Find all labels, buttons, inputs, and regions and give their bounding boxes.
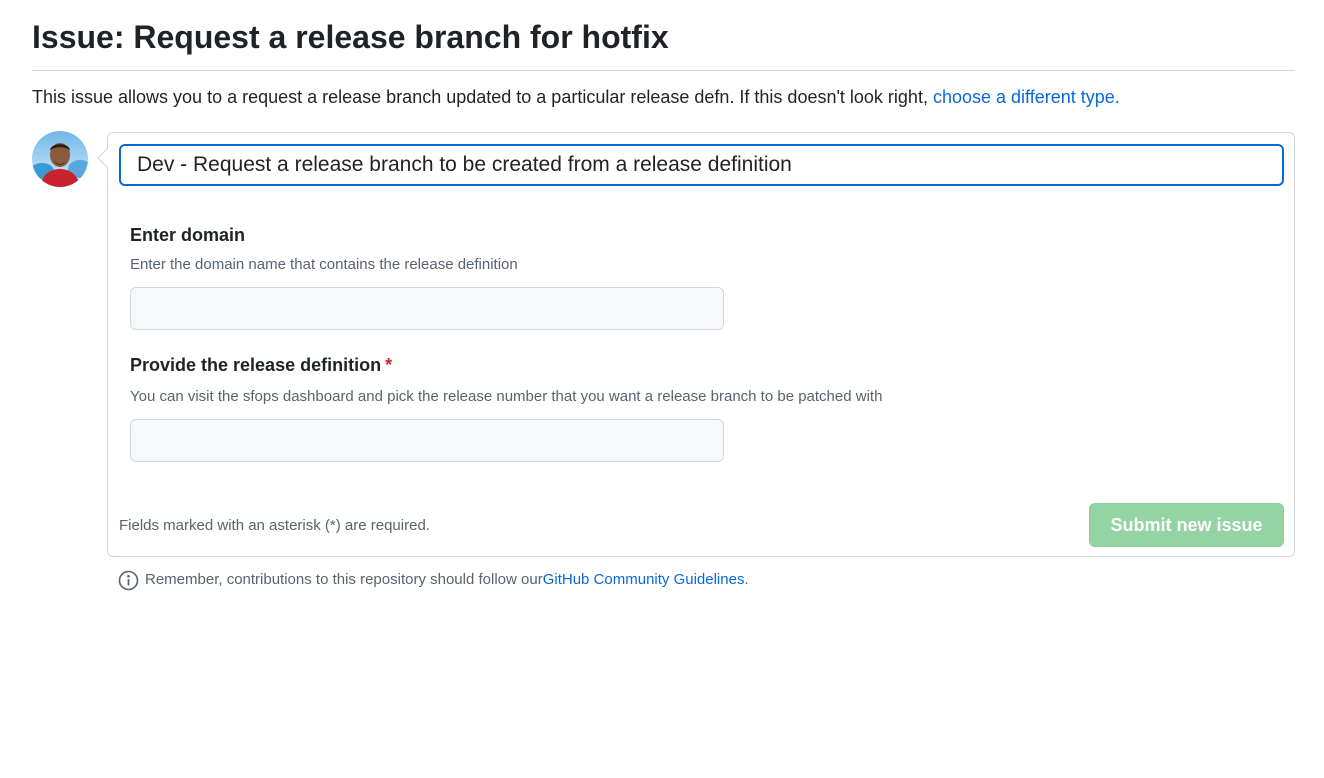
required-fields-note: Fields marked with an asterisk (*) are r… xyxy=(119,517,430,534)
reminder-suffix: . xyxy=(744,571,749,588)
submit-new-issue-button[interactable]: Submit new issue xyxy=(1089,503,1284,547)
community-guidelines-reminder: Remember, contributions to this reposito… xyxy=(118,569,749,591)
release-definition-field-help: You can visit the sfops dashboard and pi… xyxy=(130,388,883,405)
issue-description-text: This issue allows you to a request a rel… xyxy=(32,87,933,107)
release-definition-field-label: Provide the release definition * xyxy=(130,353,392,377)
title-divider xyxy=(32,70,1295,71)
domain-field-help: Enter the domain name that contains the … xyxy=(130,256,518,273)
required-asterisk: * xyxy=(385,355,393,375)
community-guidelines-link[interactable]: GitHub Community Guidelines xyxy=(543,569,745,591)
info-icon xyxy=(118,570,139,591)
issue-title-input[interactable] xyxy=(119,144,1284,186)
issue-description: This issue allows you to a request a rel… xyxy=(32,85,1120,109)
avatar[interactable] xyxy=(32,131,88,187)
issue-form: Enter domain Enter the domain name that … xyxy=(97,132,1295,557)
form-caret xyxy=(97,148,117,168)
page-title: Issue: Request a release branch for hotf… xyxy=(32,19,669,55)
choose-different-type-link[interactable]: choose a different type. xyxy=(933,87,1120,107)
domain-field-label: Enter domain xyxy=(130,225,246,245)
release-definition-label-text: Provide the release definition xyxy=(130,355,382,375)
reminder-text: Remember, contributions to this reposito… xyxy=(145,571,543,588)
domain-input[interactable] xyxy=(130,287,724,330)
user-avatar-icon xyxy=(32,131,88,187)
release-definition-input[interactable] xyxy=(130,419,724,462)
